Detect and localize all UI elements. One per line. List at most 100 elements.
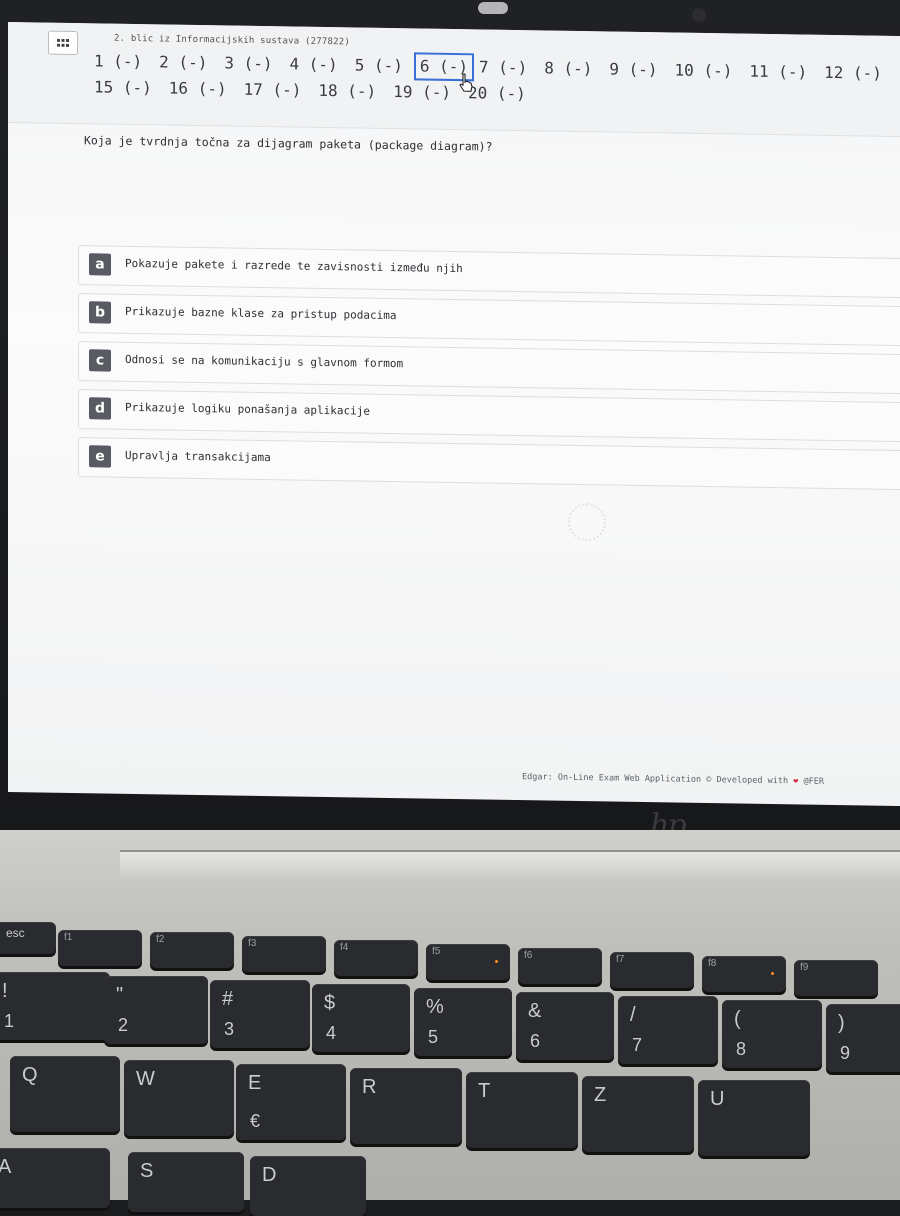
key-r[interactable]: R (350, 1068, 462, 1144)
key-q[interactable]: Q (10, 1056, 120, 1132)
keyboard: esc f1 f2 f3 f4 f5 f6 f7 f8 f9! 1 " 2 #3 $4% 5 & 6/7(8) 9 Q… (0, 830, 900, 1216)
key-sublabel: f3 (248, 938, 257, 949)
key-sublabel: 6 (530, 1031, 541, 1051)
key-f5[interactable]: f5 (426, 944, 510, 980)
keyboard-deck: esc f1 f2 f3 f4 f5 f6 f7 f8 f9! 1 " 2 #3 $4% 5 & 6/7(8) 9 Q… (0, 830, 900, 1216)
key-a[interactable]: A (0, 1148, 110, 1208)
question-link-9[interactable]: 9 (-) (609, 57, 657, 82)
key-u[interactable]: U (698, 1080, 810, 1156)
key-sublabel: f7 (616, 954, 625, 965)
hand-cursor-icon (459, 73, 473, 92)
key-w[interactable]: W (124, 1060, 234, 1136)
key-label: # (222, 988, 234, 1010)
key-sym11[interactable]: " 2 (104, 976, 208, 1044)
menu-button[interactable] (48, 30, 78, 56)
key-label: " (116, 984, 124, 1006)
answer-list: a Pokazuje pakete i razrede te zavisnosti… (78, 245, 900, 498)
question-link-12[interactable]: 12 (-) (824, 61, 882, 86)
key-led-indicator (495, 960, 498, 963)
key-sym17[interactable]: (8 (722, 1000, 822, 1068)
answer-text: Pokazuje pakete i razrede te zavisnosti … (125, 256, 463, 276)
key-f8[interactable]: f8 (702, 956, 786, 992)
key-led-indicator (771, 972, 774, 975)
question-link-7[interactable]: 7 (-) (479, 55, 527, 80)
question-link-1[interactable]: 1 (-) (94, 49, 142, 74)
key-label: Q (22, 1064, 38, 1086)
key-label: S (140, 1160, 154, 1182)
laptop-bezel: 2. blic iz Informacijskih sustava (27782… (0, 0, 900, 843)
question-link-3[interactable]: 3 (-) (224, 51, 272, 76)
key-label: $ (324, 992, 336, 1014)
key-label: R (362, 1076, 377, 1098)
key-label: ( (734, 1008, 741, 1030)
key-sym16[interactable]: /7 (618, 996, 718, 1064)
answer-option-b[interactable]: b Prikazuje bazne klase za pristup podaci… (78, 293, 900, 347)
key-s[interactable]: S (128, 1152, 244, 1212)
key-f3[interactable]: f3 (242, 936, 326, 972)
answer-letter: a (89, 253, 111, 276)
key-sublabel: 7 (632, 1035, 643, 1055)
answer-letter: e (89, 445, 111, 468)
key-label: & (528, 1000, 542, 1022)
key-sym13[interactable]: $4 (312, 984, 410, 1052)
key-sublabel: 5 (428, 1027, 439, 1047)
key-sym10[interactable]: ! 1 (0, 972, 110, 1040)
key-f4[interactable]: f4 (334, 940, 418, 976)
answer-option-c[interactable]: c Odnosi se na komunikaciju s glavnom for… (78, 341, 900, 395)
key-sym12[interactable]: #3 (210, 980, 310, 1048)
key-sym15[interactable]: & 6 (516, 992, 614, 1060)
question-link-16[interactable]: 18 (-) (318, 79, 376, 104)
key-e[interactable]: E € (236, 1064, 346, 1140)
key-f6[interactable]: f6 (518, 948, 602, 984)
key-sublabel: f4 (340, 942, 349, 953)
key-sublabel: f6 (524, 950, 533, 961)
footer-text: Edgar: On-Line Exam Web Application © De… (522, 772, 789, 787)
key-label: T (478, 1080, 491, 1102)
key-label: A (0, 1156, 12, 1178)
question-link-13[interactable]: 15 (-) (94, 75, 152, 100)
question-link-10[interactable]: 10 (-) (675, 58, 733, 83)
answer-text: Prikazuje bazne klase za pristup podacim… (125, 304, 397, 323)
question-link-8[interactable]: 8 (-) (544, 56, 592, 81)
key-sym18[interactable]: ) 9 (826, 1004, 900, 1072)
question-text: Koja je tvrdnja točna za dijagram paketa… (84, 133, 493, 154)
question-link-2[interactable]: 2 (-) (159, 50, 207, 75)
question-link-17[interactable]: 19 (-) (393, 80, 451, 105)
key-sublabel: 1 (4, 1011, 15, 1031)
question-link-14[interactable]: 16 (-) (169, 77, 227, 102)
key-f9[interactable]: f9 (794, 960, 878, 996)
key-sublabel: f1 (64, 932, 73, 943)
question-navigation: 1 (-) 2 (-) 3 (-) 4 (-) 5 (-) 6 (-) 7 (-) 8 (-)… (94, 47, 900, 112)
key-sym14[interactable]: % 5 (414, 988, 512, 1056)
answer-letter: b (89, 301, 111, 324)
footer: Edgar: On-Line Exam Web Application © De… (522, 772, 824, 787)
key-label: Z (594, 1084, 607, 1106)
answer-option-e[interactable]: e Upravlja transakcijama (78, 437, 900, 491)
key-sublabel: € (250, 1111, 261, 1131)
key-d[interactable]: D (250, 1156, 366, 1216)
key-sublabel: 2 (118, 1015, 129, 1035)
key-sublabel: 9 (840, 1043, 851, 1063)
key-f7[interactable]: f7 (610, 952, 694, 988)
answer-option-d[interactable]: d Prikazuje logiku ponašanja aplikacije (78, 389, 900, 443)
key-label: ! (2, 980, 8, 1002)
key-f1[interactable]: f1 (58, 930, 142, 966)
key-esc[interactable]: esc (0, 922, 56, 954)
question-link-4[interactable]: 4 (-) (290, 52, 338, 77)
key-label: U (710, 1088, 725, 1110)
key-sublabel: f9 (800, 962, 809, 973)
key-f2[interactable]: f2 (150, 932, 234, 968)
key-z[interactable]: Z (582, 1076, 694, 1152)
key-sublabel: 3 (224, 1019, 235, 1039)
question-link-5[interactable]: 5 (-) (355, 53, 403, 78)
question-link-11[interactable]: 11 (-) (749, 60, 807, 85)
key-label: / (630, 1004, 636, 1026)
key-t[interactable]: T (466, 1072, 578, 1148)
question-link-15[interactable]: 17 (-) (244, 78, 302, 103)
question-link-18[interactable]: 20 (-) (468, 81, 526, 106)
answer-option-a[interactable]: a Pokazuje pakete i razrede te zavisnosti… (78, 245, 900, 299)
key-label: W (136, 1068, 155, 1090)
answer-letter: d (89, 397, 111, 420)
key-label: E (248, 1072, 262, 1094)
answer-text: Prikazuje logiku ponašanja aplikacije (125, 400, 371, 418)
